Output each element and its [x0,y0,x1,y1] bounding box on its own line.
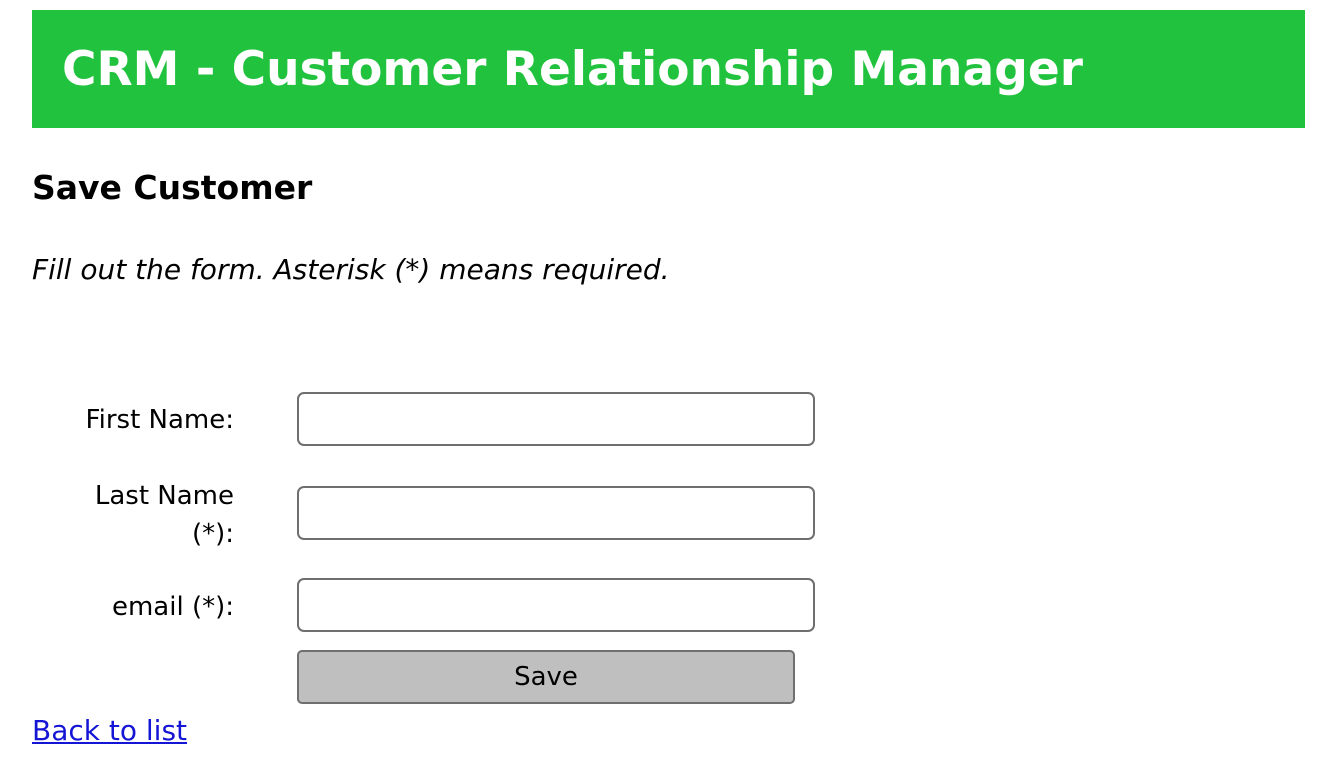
last-name-label: Last Name (*): [34,477,234,553]
email-input[interactable] [297,578,815,632]
first-name-label-text: First Name: [85,405,234,435]
email-label: email (*): [34,588,234,626]
first-name-input[interactable] [297,392,815,446]
save-button[interactable]: Save [297,650,795,704]
header-bar: CRM - Customer Relationship Manager [32,10,1305,128]
app-title: CRM - Customer Relationship Manager [62,42,1083,97]
page-title: Save Customer [32,168,313,207]
last-name-input[interactable] [297,486,815,540]
email-label-text: email (*): [111,592,234,622]
first-name-label: First Name: [34,401,234,439]
last-name-label-text-line2: (*): [191,519,234,549]
back-to-list-link[interactable]: Back to list [32,711,187,751]
page: CRM - Customer Relationship Manager Save… [0,0,1336,778]
last-name-label-text-line1: Last Name [94,481,234,511]
form-instructions: Fill out the form. Asterisk (*) means re… [32,253,670,286]
